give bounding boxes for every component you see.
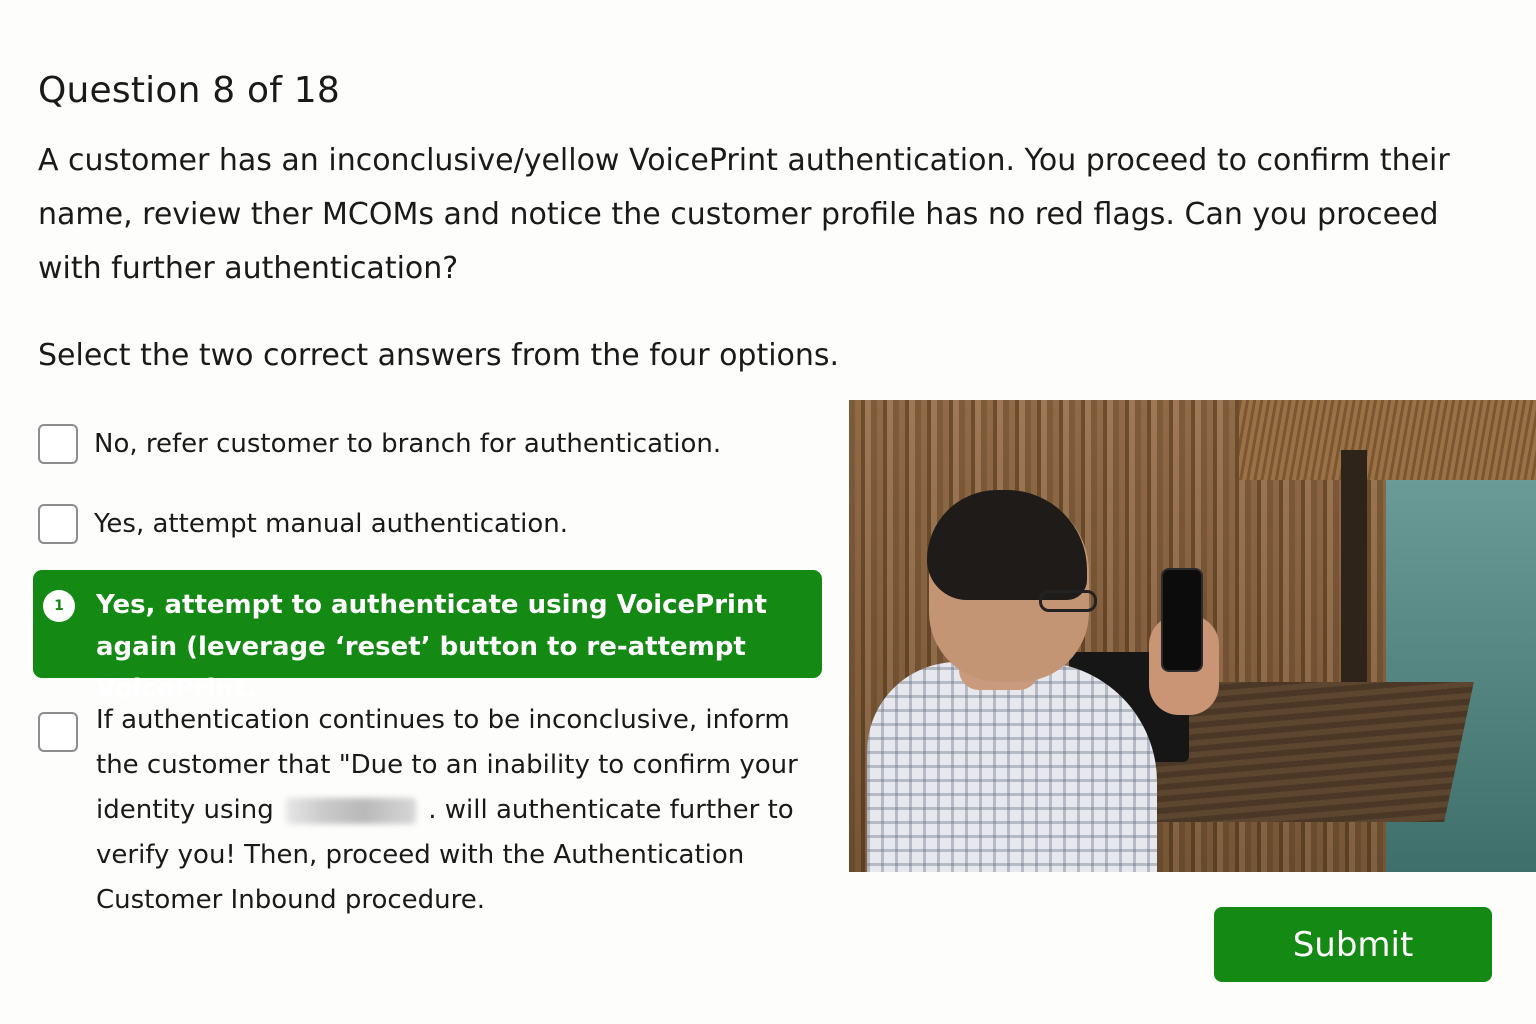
answer-option-2[interactable]: Yes, attempt manual authentication. <box>38 504 568 544</box>
man-holding-phone-photo <box>849 400 1536 872</box>
answer-option-3-selected[interactable]: 1 Yes, attempt to authenticate using Voi… <box>33 570 822 704</box>
question-instruction: Select the two correct answers from the … <box>38 338 840 373</box>
quiz-page: Question 8 of 18 A customer has an incon… <box>0 0 1536 1024</box>
option-1-label: No, refer customer to branch for authent… <box>94 429 722 459</box>
option-2-label: Yes, attempt manual authentication. <box>94 509 569 539</box>
option-1-checkbox[interactable] <box>38 424 78 464</box>
question-counter: Question 8 of 18 <box>38 70 340 111</box>
question-text: A customer has an inconclusive/yellow Vo… <box>38 143 1450 286</box>
phone-icon <box>1161 568 1203 672</box>
answer-option-1[interactable]: No, refer customer to branch for authent… <box>38 424 721 464</box>
answer-option-4[interactable]: If authentication continues to be inconc… <box>38 698 818 923</box>
option-2-checkbox[interactable] <box>38 504 78 544</box>
redacted-text <box>285 797 416 824</box>
selected-order-badge: 1 <box>43 590 75 622</box>
submit-button[interactable]: Submit <box>1214 907 1492 982</box>
option-3-label: Yes, attempt to authenticate using Voice… <box>96 590 767 704</box>
option-4-label: If authentication continues to be inconc… <box>96 698 818 923</box>
option-4-checkbox[interactable] <box>38 712 78 752</box>
